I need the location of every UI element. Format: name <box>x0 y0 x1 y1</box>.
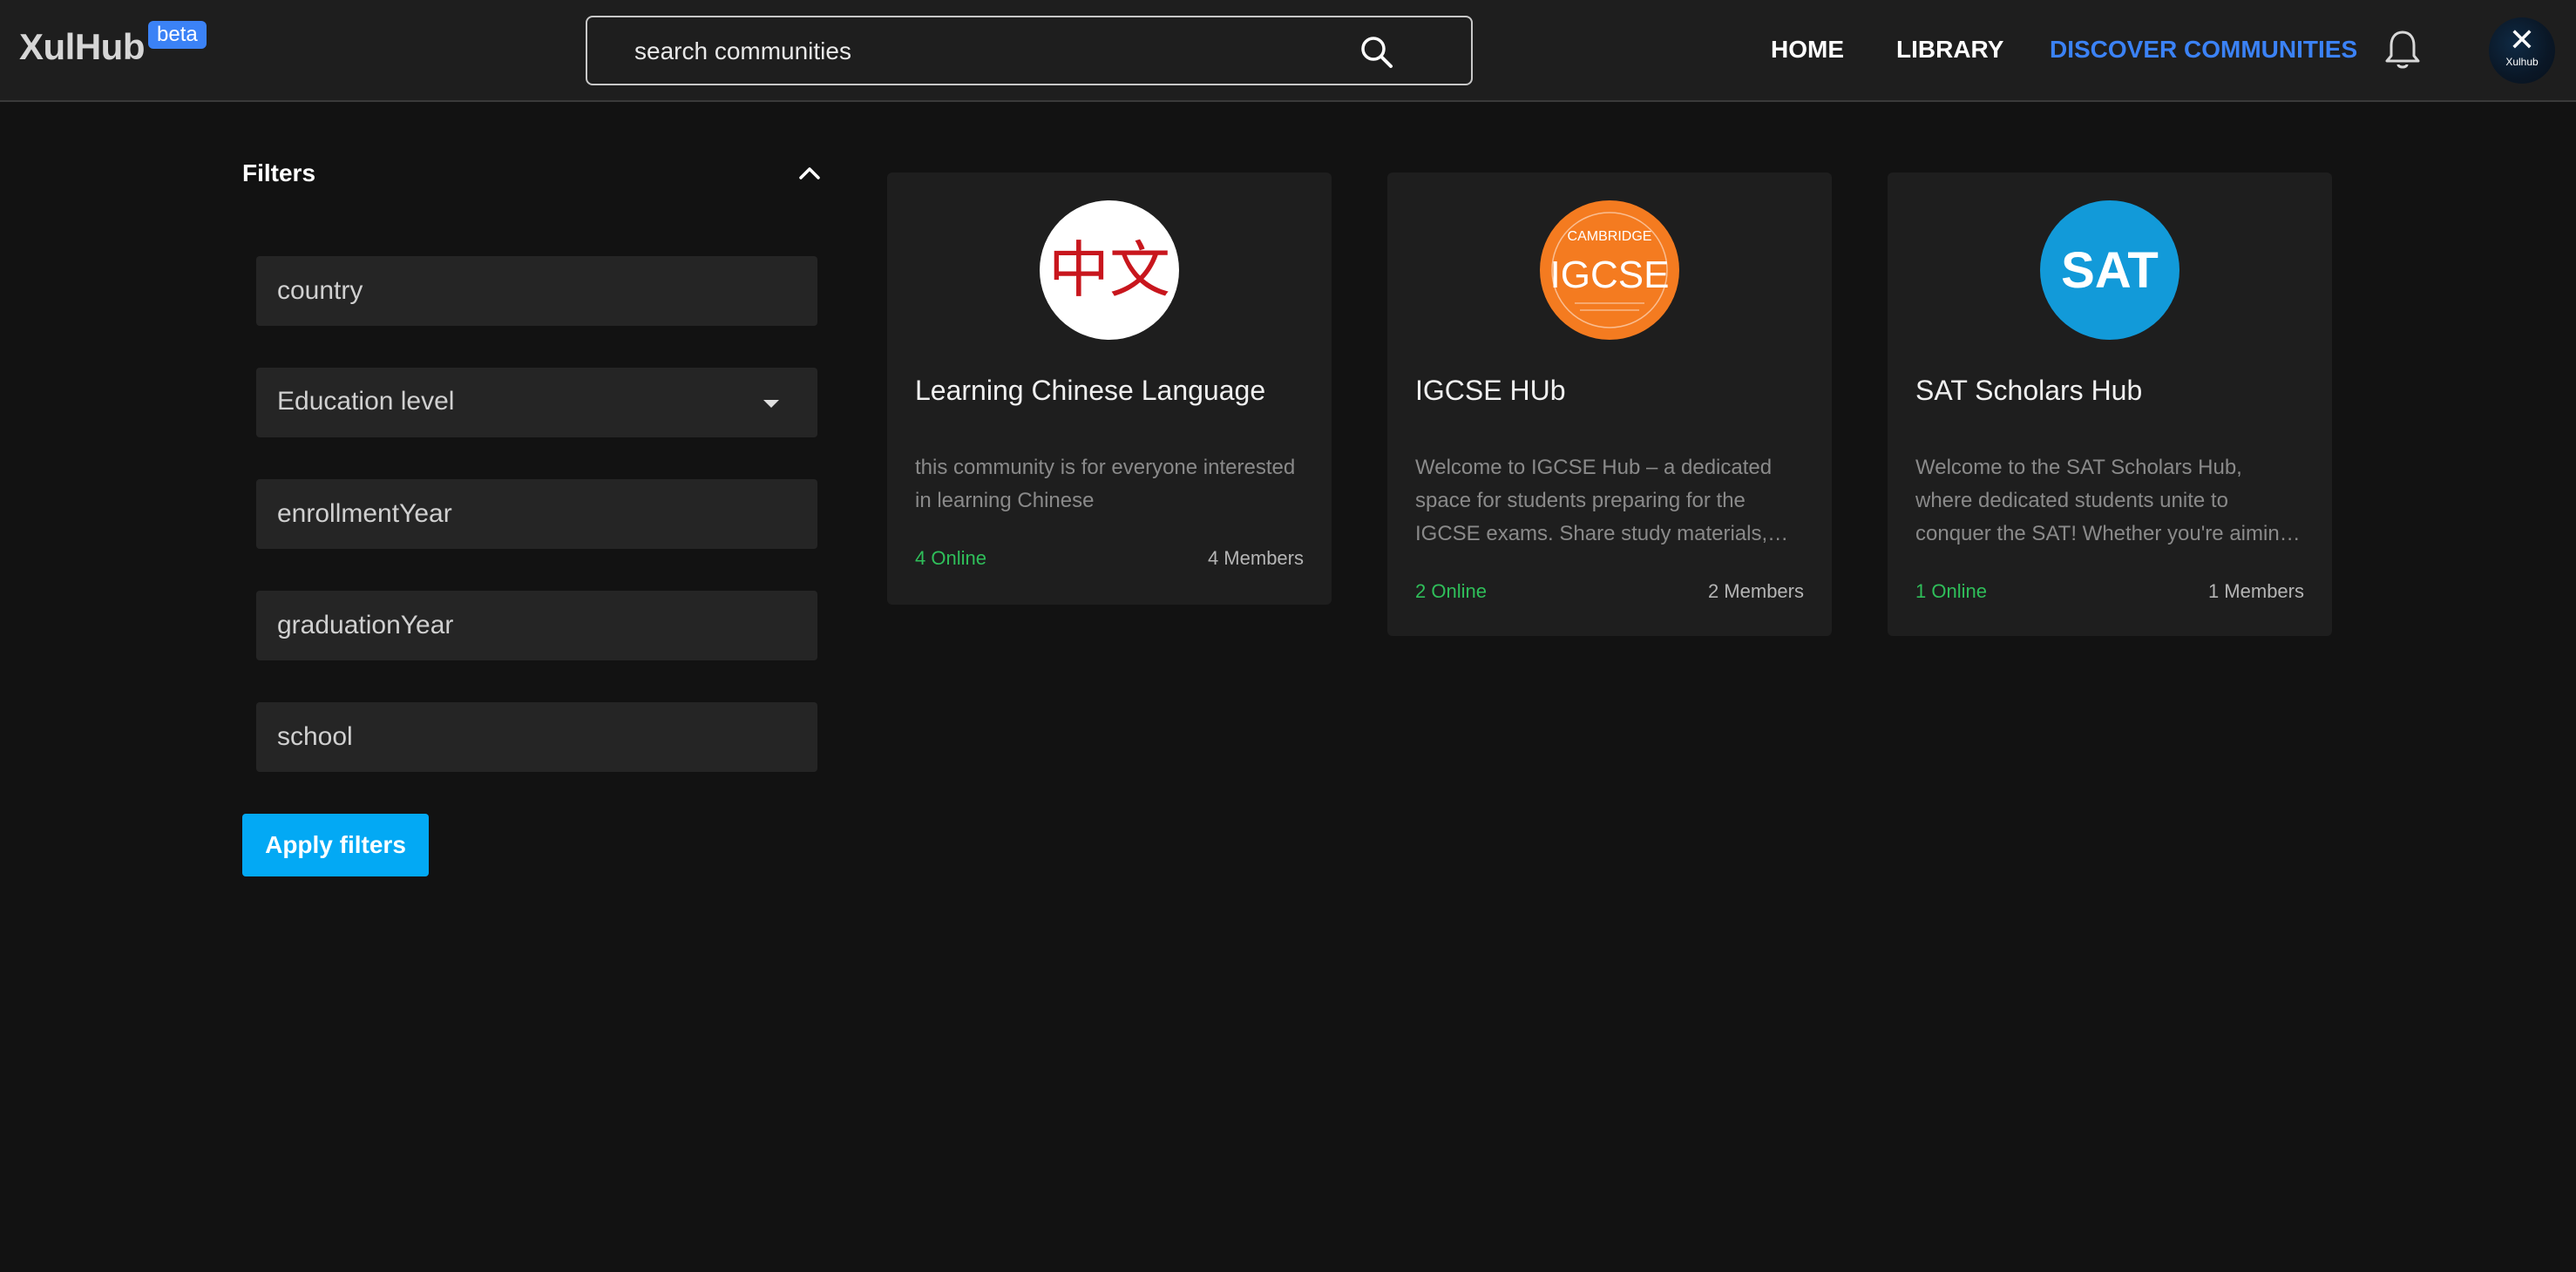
community-card[interactable]: CAMBRIDGE IGCSE IGCSE HUb Welcome to IGC… <box>1387 173 1832 636</box>
member-count: 2 Members <box>1707 580 1804 602</box>
member-count: 4 Members <box>1207 547 1304 569</box>
bell-icon[interactable] <box>2383 28 2423 73</box>
community-name: SAT Scholars Hub <box>1915 375 2143 406</box>
community-image: SAT <box>2040 200 2179 340</box>
search-icon[interactable] <box>1358 33 1396 71</box>
enrollment-year-field[interactable] <box>256 479 817 549</box>
x-icon: ✕ <box>2508 22 2536 58</box>
community-card[interactable]: SAT SAT Scholars Hub Welcome to the SAT … <box>1888 173 2332 636</box>
community-name: Learning Chinese Language <box>915 375 1266 406</box>
beta-badge: beta <box>148 21 207 49</box>
caret-down-icon[interactable] <box>762 394 781 413</box>
nav-library[interactable]: LIBRARY <box>1896 35 2003 64</box>
graduation-year-field[interactable] <box>256 591 817 660</box>
online-count: 1 Online <box>1915 580 1987 602</box>
country-input[interactable] <box>277 274 791 308</box>
graduation-year-input[interactable] <box>277 608 791 643</box>
online-count: 2 Online <box>1415 580 1487 602</box>
community-card[interactable]: 中文 Learning Chinese Language this commun… <box>887 173 1332 605</box>
community-description: this community is for everyone intereste… <box>915 456 1296 512</box>
community-image-text: IGCSE <box>1550 254 1670 296</box>
chevron-up-icon[interactable] <box>797 160 823 186</box>
top-bar: XulHub beta HOME LIBRARY DISCOVER COMMUN… <box>0 0 2576 102</box>
igcse-logo: CAMBRIDGE IGCSE <box>1550 212 1670 328</box>
avatar-text: Xulhub <box>2505 56 2539 68</box>
education-level-label: Education level <box>277 387 455 416</box>
community-image-top-text: CAMBRIDGE <box>1568 229 1652 244</box>
community-description: Welcome to IGCSE Hub – a dedicated space… <box>1415 456 1773 545</box>
app-logo[interactable]: XulHub <box>19 26 145 68</box>
sat-logo: SAT <box>2061 242 2159 299</box>
nav-home[interactable]: HOME <box>1771 35 1844 64</box>
education-level-select[interactable]: Education level <box>256 368 817 437</box>
school-input[interactable] <box>277 720 791 754</box>
apply-filters-button[interactable]: Apply filters <box>242 814 429 876</box>
filters-title: Filters <box>242 159 316 186</box>
school-field[interactable] <box>256 702 817 772</box>
community-name: IGCSE HUb <box>1415 375 1566 406</box>
community-image-text: SAT <box>2061 242 2159 299</box>
online-count: 4 Online <box>915 547 986 569</box>
community-description: Welcome to the SAT Scholars Hub, where d… <box>1915 456 2292 545</box>
community-image: 中文 <box>1040 200 1179 340</box>
nav-discover-communities[interactable]: DISCOVER COMMUNITIES <box>2050 35 2357 64</box>
community-image: CAMBRIDGE IGCSE <box>1540 200 1679 340</box>
chinese-characters-logo: 中文 <box>1048 234 1170 306</box>
user-avatar[interactable]: ✕ Xulhub <box>2489 17 2555 84</box>
enrollment-year-input[interactable] <box>277 497 791 531</box>
member-count: 1 Members <box>2207 580 2304 602</box>
community-image-text: 中文 <box>1048 234 1170 306</box>
search-box[interactable] <box>586 16 1473 85</box>
country-field[interactable] <box>256 256 817 326</box>
search-input[interactable] <box>634 33 1384 70</box>
